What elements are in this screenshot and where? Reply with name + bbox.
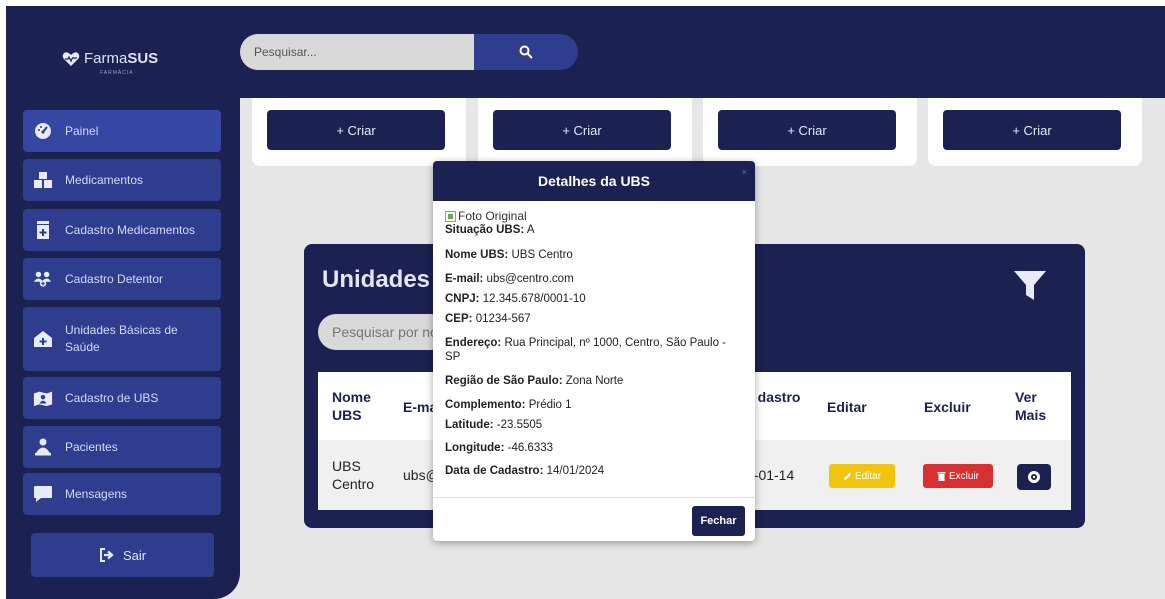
detail-cep: CEP: 01234-567 [445,313,531,325]
chat-icon [33,484,53,504]
modal-footer: Fechar [433,497,755,541]
modal-body: Foto Original Situação UBS: A Nome UBS: … [433,201,755,478]
sidebar-item-label: Mensagens [65,486,128,501]
logout-label: Sair [122,547,147,563]
delete-label: Excluir [948,470,979,482]
sidebar-item-cadastro-medicamentos[interactable]: Cadastro Medicamentos [23,209,221,251]
sidebar-item-label: Cadastro de UBS [65,390,159,405]
detail-longitude: Longitude: -46.6333 [445,442,554,454]
patient-icon [33,437,53,457]
col-nome-ubs: Nome UBS [332,389,371,423]
modal-title: Detalhes da UBS [537,173,651,189]
sidebar-item-unidades-basicas[interactable]: Unidades Básicas de Saúde [23,307,221,371]
close-button[interactable]: Fechar [692,506,745,536]
sidebar-item-label: Painel [65,123,99,138]
view-more-button[interactable] [1017,464,1051,490]
sidebar-item-label: Medicamentos [65,172,144,187]
filter-button[interactable] [1013,270,1047,307]
search-button[interactable] [474,34,578,70]
logout-button[interactable]: Sair [31,533,214,577]
detail-situacao: Situação UBS: A [445,224,535,236]
sidebar-item-mensagens[interactable]: Mensagens [23,473,221,515]
eye-icon [1028,471,1040,483]
broken-image-icon [445,210,456,222]
map-user-icon [33,388,53,408]
sidebar-item-label: Unidades Básicas de Saúde [65,323,178,354]
sign-out-icon [99,548,114,562]
col-ver-mais: Ver Mais [1015,389,1047,423]
logo-subtitle: FARMÁCIA [100,70,134,76]
detail-nome: Nome UBS: UBS Centro [445,249,573,261]
units-panel-title: Unidades [322,266,431,293]
sidebar-item-painel[interactable]: Painel [23,110,221,152]
cell-nome-ubs: UBS Centro [332,458,375,492]
close-icon[interactable]: × [742,167,747,177]
dashboard-gauge-icon [33,121,53,141]
farmasus-logo: FarmaSUS FARMÁCIA [62,50,159,76]
search-input[interactable] [240,34,490,70]
sidebar-item-medicamentos[interactable]: Medicamentos [23,159,221,201]
heart-pulse-icon [62,51,80,66]
edit-label: Editar [854,470,882,482]
create-button-2[interactable]: + Criar [493,110,671,150]
ubs-details-modal: Detalhes da UBS × Foto Original Situação… [433,161,755,541]
create-button-3[interactable]: + Criar [718,110,896,150]
delete-button[interactable]: Excluir [923,464,993,488]
filter-icon [1014,271,1046,300]
create-button-1[interactable]: + Criar [267,110,445,150]
sidebar-item-cadastro-detentor[interactable]: Cadastro Detentor [23,258,221,300]
app-frame: FarmaSUS FARMÁCIA Painel Medicamentos Ca… [6,6,1165,599]
logo-text-light: Farma [84,50,128,67]
sidebar-item-cadastro-ubs[interactable]: Cadastro de UBS [23,377,221,419]
global-search [240,34,580,70]
photo-alt-text: Foto Original [458,209,527,223]
col-data-cadastro: a dastro [746,389,801,405]
sidebar-item-label: Pacientes [65,439,118,454]
detail-data-cadastro: Data de Cadastro: 14/01/2024 [445,465,605,477]
edit-button[interactable]: Editar [829,464,895,488]
modal-header: Detalhes da UBS [433,161,755,201]
detail-endereco: Endereço: Rua Principal, nº 1000, Centro… [445,337,727,363]
boxes-icon [33,170,53,190]
trash-icon [937,472,946,481]
medicine-add-icon [33,220,53,240]
detail-email: E-mail: ubs@centro.com [445,273,574,285]
detail-cnpj: CNPJ: 12.345.678/0001-10 [445,293,586,305]
logo-text-bold: SUS [127,50,159,67]
sidebar-item-pacientes[interactable]: Pacientes [23,426,221,468]
create-button-4[interactable]: + Criar [943,110,1121,150]
detail-regiao: Região de São Paulo: Zona Norte [445,375,624,387]
sidebar-item-label: Cadastro Detentor [65,271,164,286]
detail-complemento: Complemento: Prédio 1 [445,399,572,411]
pencil-icon [843,472,851,480]
sidebar-item-label: Cadastro Medicamentos [65,222,196,237]
detail-latitude: Latitude: -23.5505 [445,419,543,431]
users-add-icon [33,269,53,289]
col-excluir: Excluir [924,399,971,415]
sidebar: FarmaSUS FARMÁCIA Painel Medicamentos Ca… [6,6,240,599]
col-editar: Editar [827,399,867,415]
ubs-photo: Foto Original [445,209,743,223]
search-icon [519,45,533,59]
clinic-icon [33,329,53,349]
